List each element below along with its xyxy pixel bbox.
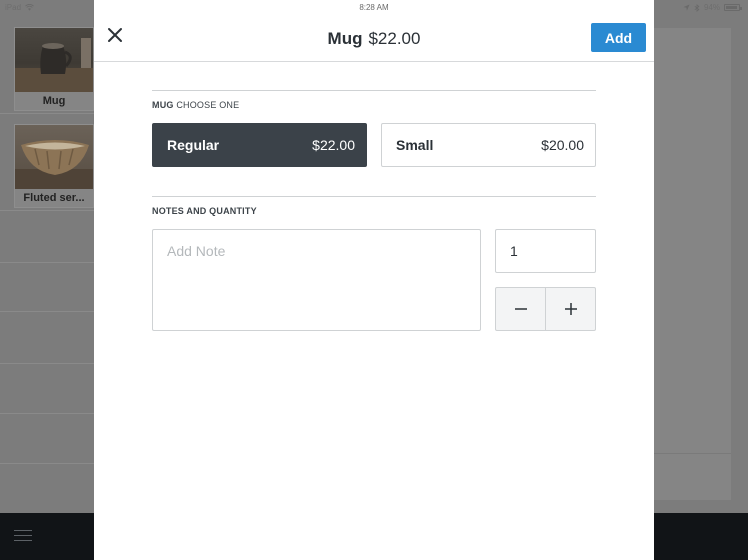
variant-price: $20.00 xyxy=(541,137,584,153)
grid-divider xyxy=(0,113,94,114)
status-time: 8:28 AM xyxy=(359,3,389,12)
item-label: Mug xyxy=(15,92,93,110)
decrement-button[interactable] xyxy=(496,288,545,330)
item-options-modal: Mug $22.00 Add MUG CHOOSE ONE Regular $22… xyxy=(94,0,654,560)
status-bar: iPad 8:28 AM 94% xyxy=(0,0,748,14)
quantity-stepper xyxy=(495,287,596,331)
bowl-photo-icon xyxy=(15,140,93,189)
plus-icon xyxy=(564,303,577,315)
status-right: 94% xyxy=(683,3,742,12)
item-label: Fluted ser... xyxy=(15,189,93,207)
variant-section-label: MUG CHOOSE ONE xyxy=(152,100,239,110)
variant-small[interactable]: Small $20.00 xyxy=(381,123,596,167)
modal-price: $22.00 xyxy=(368,29,421,48)
variant-regular[interactable]: Regular $22.00 xyxy=(152,123,367,167)
variant-section-item: MUG xyxy=(152,100,174,110)
grid-divider xyxy=(0,262,94,263)
section-divider xyxy=(152,90,596,91)
grid-divider xyxy=(0,363,94,364)
location-arrow-icon xyxy=(683,4,690,11)
section-divider xyxy=(152,196,596,197)
mug-photo-icon xyxy=(15,38,93,92)
variant-price: $22.00 xyxy=(312,137,355,153)
item-tile-mug[interactable]: Mug xyxy=(14,27,94,111)
bluetooth-icon xyxy=(694,3,700,12)
order-panel xyxy=(654,28,731,500)
battery-icon xyxy=(724,4,742,11)
item-photo xyxy=(15,125,93,189)
hamburger-menu-icon[interactable] xyxy=(14,530,32,542)
battery-percent: 94% xyxy=(703,3,720,12)
increment-button[interactable] xyxy=(545,288,595,330)
notes-section-label: NOTES AND QUANTITY xyxy=(152,206,257,216)
quantity-field[interactable] xyxy=(495,229,596,273)
grid-divider xyxy=(0,311,94,312)
grid-divider xyxy=(0,210,94,211)
add-button[interactable]: Add xyxy=(591,23,646,52)
modal-title-wrap: Mug $22.00 xyxy=(94,29,654,49)
variant-section-text: CHOOSE ONE xyxy=(176,100,240,110)
item-photo xyxy=(15,28,93,92)
panel-divider xyxy=(654,453,731,454)
grid-divider xyxy=(0,463,94,464)
variant-name: Regular xyxy=(167,137,220,153)
variant-name: Small xyxy=(396,137,434,153)
minus-icon xyxy=(514,308,527,310)
item-tile-fluted-server[interactable]: Fluted ser... xyxy=(14,124,94,208)
grid-divider xyxy=(0,413,94,414)
note-field[interactable] xyxy=(152,229,481,331)
modal-title: Mug xyxy=(327,29,363,48)
modal-header: Mug $22.00 Add xyxy=(94,14,654,62)
